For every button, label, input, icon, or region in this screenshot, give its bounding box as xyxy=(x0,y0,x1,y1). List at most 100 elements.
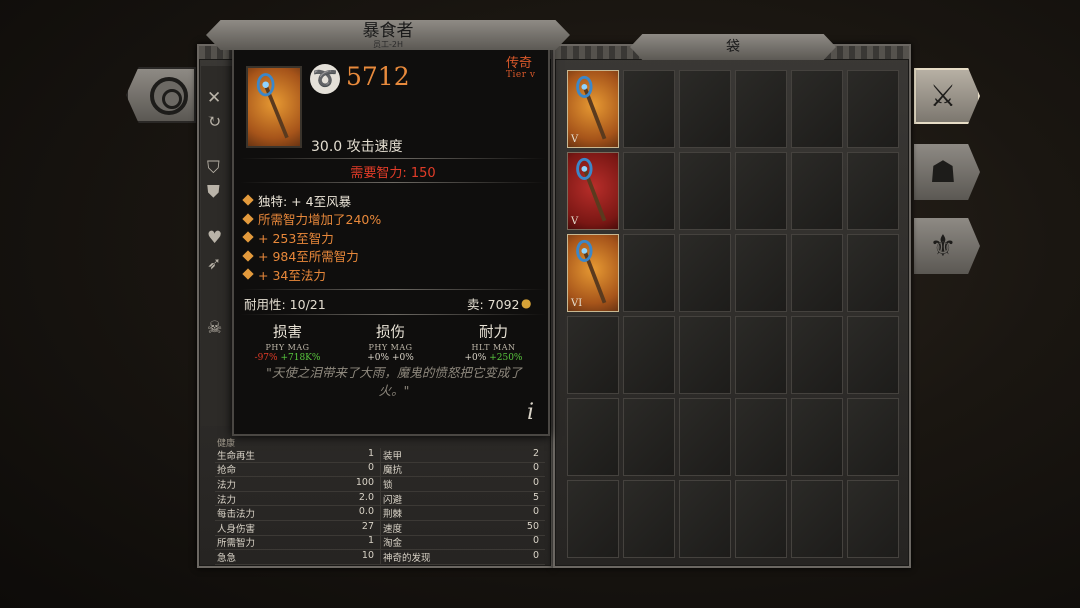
boot-icon[interactable]: ➶ xyxy=(207,254,221,274)
item-tier: V xyxy=(571,216,579,227)
flavor-text: "天使之泪带来了大雨，魔鬼的愤怒把它变成了火。" xyxy=(266,365,522,398)
beast-tab-button[interactable]: ☗ xyxy=(914,144,980,200)
bonus-column: 损伤 PHY MAG +0% +0% xyxy=(339,321,442,363)
bag-slot[interactable] xyxy=(679,398,731,476)
diamond-icon xyxy=(242,268,254,280)
stat-label: 神奇的发现 xyxy=(383,552,431,564)
divider xyxy=(240,314,546,315)
divider xyxy=(240,289,546,290)
stat-label: 生命再生 xyxy=(217,450,256,462)
bag-slot[interactable] xyxy=(623,234,675,312)
bag-slot[interactable] xyxy=(735,234,787,312)
bag-title: 袋 xyxy=(630,34,836,60)
wings-tab-button[interactable]: ⚜ xyxy=(914,218,980,274)
stat-label: 锁 xyxy=(383,479,393,491)
bag-slot[interactable] xyxy=(791,480,843,558)
item-name: 暴食者 xyxy=(362,21,414,41)
bag-slot[interactable] xyxy=(791,316,843,394)
bag-slot[interactable] xyxy=(735,70,787,148)
mod-line: + 34至法力 xyxy=(242,265,381,284)
bag-slot[interactable] xyxy=(847,316,899,394)
diamond-icon xyxy=(242,213,254,225)
info-icon[interactable]: i xyxy=(527,400,534,425)
bag-slot[interactable] xyxy=(679,152,731,230)
diamond-icon xyxy=(242,250,254,262)
bag-slot[interactable] xyxy=(791,70,843,148)
bag-slot[interactable] xyxy=(847,480,899,558)
heart-icon[interactable]: ♥ xyxy=(207,228,222,248)
bag-slot[interactable] xyxy=(735,316,787,394)
bag-slot[interactable] xyxy=(623,480,675,558)
item-tier: Tier v xyxy=(506,70,536,80)
ring-menu-button[interactable] xyxy=(126,67,196,123)
bag-slot[interactable] xyxy=(623,398,675,476)
bag-slot[interactable] xyxy=(679,480,731,558)
item-type: 员工-2H xyxy=(373,40,403,49)
bag-slot[interactable] xyxy=(735,398,787,476)
mod-line: + 253至智力 xyxy=(242,228,381,247)
stat-value: 10 xyxy=(361,549,374,561)
stat-value: 27 xyxy=(361,520,374,532)
bag-slot[interactable] xyxy=(679,234,731,312)
bag-slot[interactable] xyxy=(735,152,787,230)
stat-label: 每击法力 xyxy=(217,509,256,521)
column-title: 耐力 xyxy=(479,325,508,341)
bag-slot-item[interactable]: V xyxy=(567,152,619,230)
stat-value: 0 xyxy=(532,476,539,488)
staff-icon xyxy=(256,73,289,139)
bag-slot-item[interactable]: V xyxy=(567,70,619,148)
stat-value: 100 xyxy=(355,476,374,488)
bag-slot[interactable] xyxy=(847,234,899,312)
stat-label: 速度 xyxy=(383,523,403,535)
bag-slot[interactable] xyxy=(623,316,675,394)
stat-value: 0 xyxy=(532,462,539,474)
value-1: -97% xyxy=(254,353,278,363)
stat-value: 0 xyxy=(532,506,539,518)
column-title: 损伤 xyxy=(376,325,405,341)
bag-slot[interactable] xyxy=(679,70,731,148)
mod-list: 独特: + 4至风暴 所需智力增加了240% + 253至智力 + 984至所需… xyxy=(242,191,381,284)
skull-icon[interactable]: ☠ xyxy=(207,318,222,338)
bag-slot[interactable] xyxy=(735,480,787,558)
armor-icon[interactable]: ⛊ xyxy=(207,182,220,202)
diamond-icon xyxy=(242,231,254,243)
value-2: +250% xyxy=(489,353,523,363)
bonus-column: 耐力 HLT MAN +0% +250% xyxy=(442,321,545,363)
bag-slot[interactable] xyxy=(847,70,899,148)
bag-slot[interactable] xyxy=(847,152,899,230)
swirl-icon[interactable]: ↻ xyxy=(207,112,221,132)
stat-row: 每击法力 0.0 荆棘 0 xyxy=(215,506,545,521)
bag-slot[interactable] xyxy=(679,316,731,394)
weapons-tab-button[interactable]: ⚔ xyxy=(914,68,980,124)
bag-grid: V V VI xyxy=(567,70,899,560)
bag-slot[interactable] xyxy=(567,480,619,558)
column-sub: PHY MAG xyxy=(265,343,310,352)
bag-slot-item[interactable]: VI xyxy=(567,234,619,312)
beast-icon: ☗ xyxy=(929,154,957,190)
bag-slot[interactable] xyxy=(847,398,899,476)
axe-icon: ⚔ xyxy=(929,78,957,114)
bag-slot[interactable] xyxy=(791,152,843,230)
column-title: 损害 xyxy=(273,325,302,341)
swords-icon[interactable]: ✕ xyxy=(207,88,221,108)
shield-icon[interactable]: ⛉ xyxy=(207,158,220,178)
stat-label: 魔抗 xyxy=(383,465,403,477)
stat-label: 法力 xyxy=(217,494,237,506)
bag-slot[interactable] xyxy=(567,316,619,394)
mod-line: 独特: + 4至风暴 xyxy=(242,191,381,210)
item-rarity: 传奇 xyxy=(506,56,533,71)
stat-row: 急急 10 神奇的发现 0 xyxy=(215,549,545,565)
bag-slot[interactable] xyxy=(791,234,843,312)
value-1: +0% xyxy=(464,353,487,363)
bag-slot[interactable] xyxy=(791,398,843,476)
divider xyxy=(240,182,546,183)
stat-label: 荆棘 xyxy=(383,509,403,521)
bag-slot[interactable] xyxy=(623,152,675,230)
stat-label: 装甲 xyxy=(383,450,403,462)
column-sub: PHY MAG xyxy=(368,343,413,352)
bag-slot[interactable] xyxy=(567,398,619,476)
stat-row: 法力 2.0 闪避 5 xyxy=(215,491,545,507)
bag-slot[interactable] xyxy=(623,70,675,148)
stat-value: 2 xyxy=(532,447,539,459)
sell-price: 卖: 7092 xyxy=(467,297,520,312)
